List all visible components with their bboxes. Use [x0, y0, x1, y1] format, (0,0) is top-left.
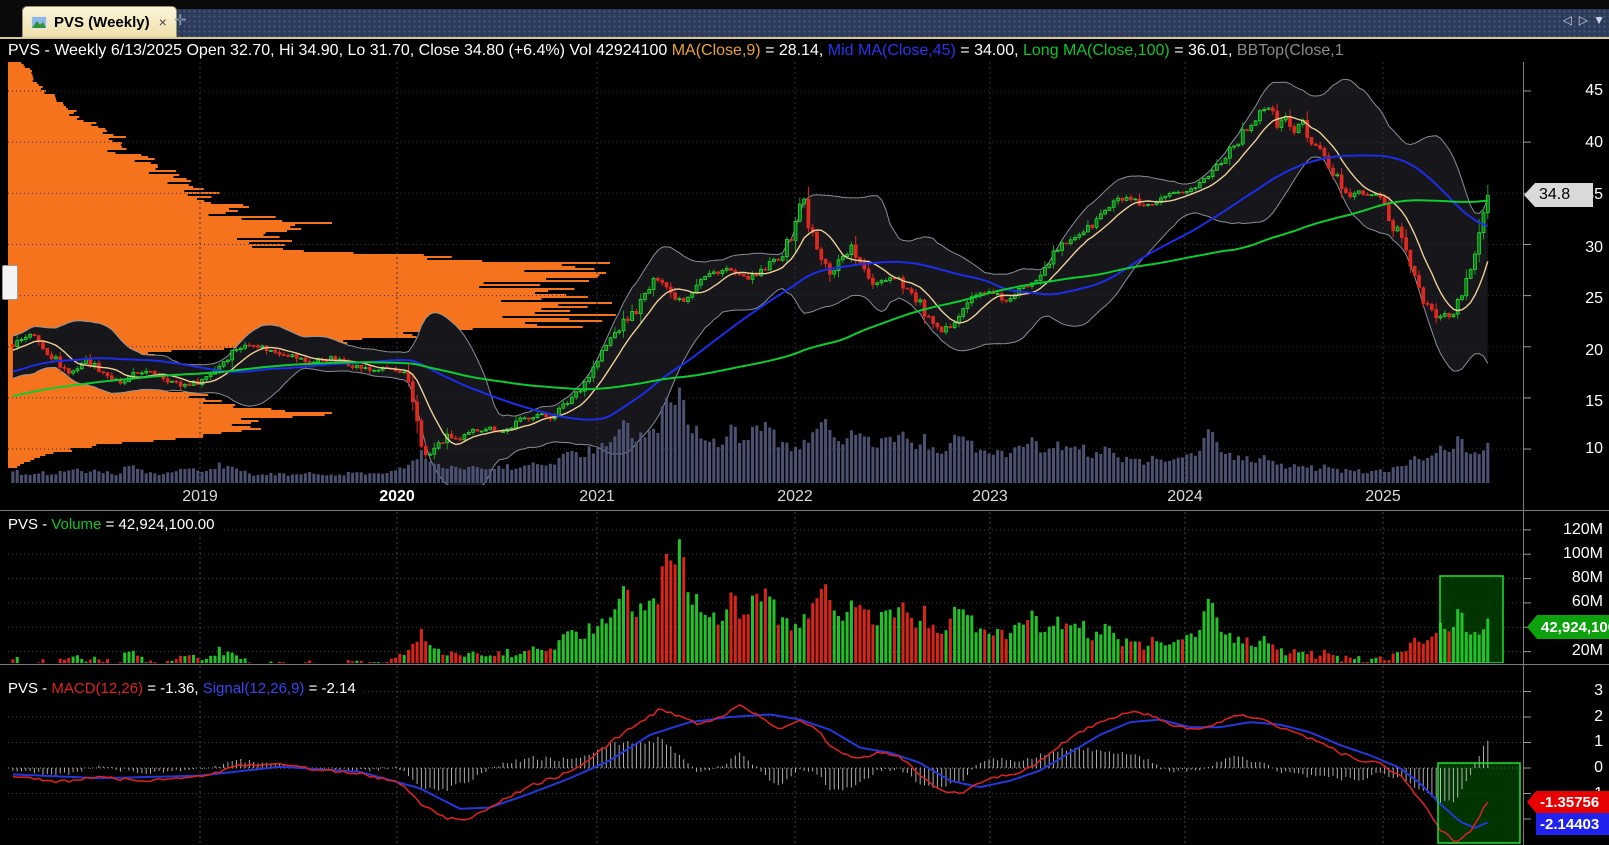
amibroker-window: PVS (Weekly) × ✛ ◁ ▷ ▼ PVS - Weekly 6/13…	[0, 0, 1609, 845]
volume-title-indicator: Volume	[51, 516, 102, 533]
volume-title-symbol: PVS -	[8, 516, 52, 533]
price-axis-label-10: 10	[1585, 440, 1603, 457]
macd-axis-label-3: 3	[1594, 682, 1603, 699]
tab-close-icon[interactable]: ×	[159, 14, 167, 30]
volume-axis-label-20m: 20M	[1571, 642, 1603, 659]
x-axis-label-2019: 2019	[182, 488, 218, 505]
x-axis-label-2021: 2021	[579, 488, 615, 505]
tab-strip-background	[22, 9, 1609, 37]
volume-title-value: = 42,924,100.00	[101, 516, 215, 533]
price-axis-label-30: 30	[1585, 239, 1603, 256]
tab-bar: PVS (Weekly) × ✛ ◁ ▷ ▼	[0, 0, 1609, 37]
macd-pane-title: PVS - MACD(12,26) = -1.36, Signal(12,26,…	[8, 678, 364, 699]
macd-title-value: = -1.36,	[143, 680, 203, 697]
signal-value-badge: -2.14403	[1536, 813, 1609, 835]
tab-menu-icon[interactable]: ▼	[1593, 13, 1605, 27]
volume-axis-label-60m: 60M	[1571, 593, 1603, 610]
x-axis-label-2020: 2020	[379, 488, 415, 505]
badge-arrow-icon	[1527, 615, 1537, 639]
macd-title-symbol: PVS -	[8, 680, 52, 697]
title-ma45: Mid MA(Close,45)	[827, 42, 956, 59]
title-ohlc: PVS - Weekly 6/13/2025 Open 32.70, Hi 34…	[8, 42, 672, 59]
volume-axis-label-100m: 100M	[1562, 545, 1603, 562]
tabbar-bottom-border	[0, 37, 1609, 39]
tab-scroll-left-icon[interactable]: ◁	[1563, 13, 1572, 27]
new-view-icon[interactable]: ✛	[174, 11, 187, 29]
tab-scroll-right-icon[interactable]: ▷	[1579, 13, 1588, 27]
badge-arrow-icon	[1527, 791, 1536, 813]
volume-axis-label-80m: 80M	[1571, 569, 1603, 586]
price-axis-label-15: 15	[1585, 393, 1603, 410]
badge-arrow-icon	[1524, 183, 1535, 207]
price-axis-label-45: 45	[1585, 82, 1603, 99]
macd-axis-label-2: 2	[1594, 708, 1603, 725]
signal-title-value: = -2.14	[304, 680, 356, 697]
x-axis-label-2024: 2024	[1167, 488, 1203, 505]
volume-axis-label-120m: 120M	[1562, 521, 1603, 538]
price-axis-label-20: 20	[1585, 342, 1603, 359]
volume-value-badge: 42,924,100	[1527, 615, 1609, 639]
macd-value-badge: -1.35756	[1527, 791, 1609, 813]
macd-axis-label-1: 1	[1594, 733, 1603, 750]
title-ma9: MA(Close,9)	[671, 42, 761, 59]
price-axis-label-40: 40	[1585, 134, 1603, 151]
left-scrollbar-thumb[interactable]	[2, 265, 18, 300]
last-price-badge: 34.8	[1524, 183, 1593, 207]
title-ma45-value: = 34.00,	[955, 42, 1023, 59]
title-ma9-value: = 28.14,	[760, 42, 828, 59]
signal-title-indicator: Signal(12,26,9)	[202, 680, 305, 697]
x-axis-label-2022: 2022	[777, 488, 813, 505]
title-ma100-value: = 36.01,	[1169, 42, 1237, 59]
macd-axis-label-0: 0	[1594, 759, 1603, 776]
x-axis-label-2025: 2025	[1365, 488, 1401, 505]
volume-pane-title: PVS - Volume = 42,924,100.00	[8, 514, 223, 535]
price-axis-label-25: 25	[1585, 290, 1603, 307]
macd-title-indicator: MACD(12,26)	[51, 680, 144, 697]
charts-canvas[interactable]	[0, 0, 1609, 845]
chart-tab-icon	[31, 15, 47, 29]
main-chart-title: PVS - Weekly 6/13/2025 Open 32.70, Hi 34…	[0, 39, 1609, 62]
tab-pvs-weekly[interactable]: PVS (Weekly) ×	[22, 6, 177, 37]
x-axis-label-2023: 2023	[972, 488, 1008, 505]
title-bbtop: BBTop(Close,1	[1236, 42, 1344, 59]
title-ma100: Long MA(Close,100)	[1023, 42, 1170, 59]
tab-label: PVS (Weekly)	[54, 13, 150, 31]
